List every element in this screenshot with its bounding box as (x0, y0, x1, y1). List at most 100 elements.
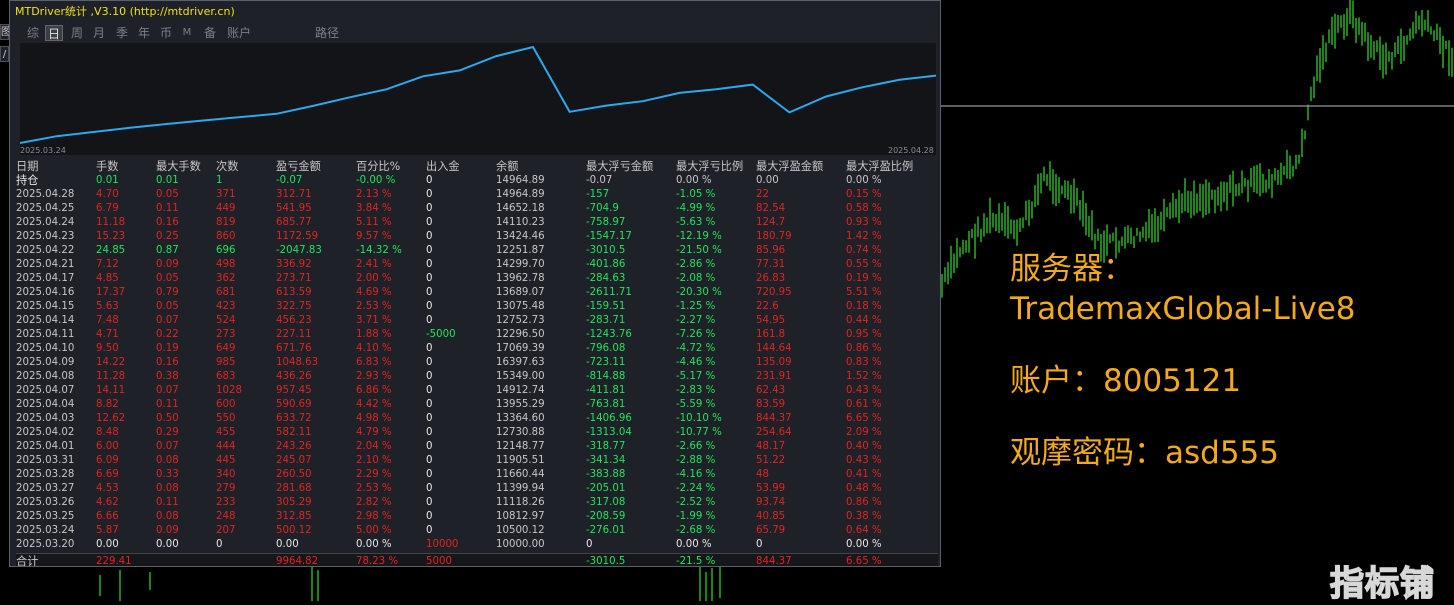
left-stub-top[interactable]: 图 (0, 24, 11, 40)
cell-max-float-loss-pct: -1.25 % (676, 301, 716, 312)
cell-max-float-profit-pct: 0.19 % (846, 273, 882, 284)
cell-profit: -2047.83 (276, 245, 322, 256)
cell-date: 2025.04.11 (16, 329, 75, 340)
cell-percent: 2.98 % (356, 511, 392, 522)
table-row[interactable]: 2025.04.21 7.12 0.09 498 336.92 2.41 % 0 14299.… (16, 258, 938, 272)
cell-percent: 3.84 % (356, 203, 392, 214)
table-row[interactable]: 2025.04.08 11.28 0.38 683 436.26 2.93 % 0 15349… (16, 370, 938, 384)
holding-row[interactable]: 持仓 0.01 0.01 1 -0.07 -0.00 % 0 14964.89 … (16, 174, 938, 188)
table-row[interactable]: 2025.04.04 8.82 0.11 600 590.69 4.42 % 0 13955.… (16, 398, 938, 412)
cell-percent: 2.53 % (356, 301, 392, 312)
table-row[interactable]: 2025.04.02 8.48 0.29 455 582.11 4.79 % 0 12730.… (16, 426, 938, 440)
cell-max-float-loss-pct: -2.08 % (676, 273, 716, 284)
header-lots[interactable]: 手数 (96, 160, 118, 174)
cell-max-float-loss: -704.9 (586, 203, 619, 214)
header-max-lots[interactable]: 最大手数 (156, 160, 201, 174)
cell-max-float-profit: 48.17 (756, 441, 786, 452)
tab-magic[interactable]: M (180, 25, 194, 41)
holding-count: 1 (216, 175, 223, 186)
table-row[interactable]: 2025.04.22 24.85 0.87 696 -2047.83 -14.32 % 0 1… (16, 244, 938, 258)
cell-date: 2025.04.04 (16, 399, 75, 410)
cell-count: 985 (216, 357, 236, 368)
cell-max-float-loss-pct: -2.24 % (676, 483, 716, 494)
table-row[interactable]: 2025.04.11 4.71 0.22 273 227.11 1.88 % -5000 12… (16, 328, 938, 342)
header-max-float-profit[interactable]: 最大浮盈金额 (756, 160, 823, 174)
cell-date: 2025.04.22 (16, 245, 75, 256)
table-row[interactable]: 2025.03.26 4.62 0.11 233 305.29 2.82 % 0 11118.… (16, 496, 938, 510)
header-max-float-loss[interactable]: 最大浮亏金额 (586, 160, 653, 174)
table-row[interactable]: 2025.04.24 11.18 0.16 819 685.77 5.11 % 0 14110… (16, 216, 938, 230)
table-row[interactable]: 2025.04.17 4.85 0.05 362 273.71 2.00 % 0 13962.… (16, 272, 938, 286)
header-max-float-loss-pct[interactable]: 最大浮亏比例 (676, 160, 743, 174)
tab-currency[interactable]: 币 (157, 25, 175, 41)
header-count[interactable]: 次数 (216, 160, 238, 174)
cell-date: 2025.04.14 (16, 315, 75, 326)
header-date[interactable]: 日期 (16, 160, 38, 174)
table-row[interactable]: 2025.04.07 14.11 0.07 1028 957.45 6.86 % 0 1491… (16, 384, 938, 398)
table-row[interactable]: 2025.04.14 7.48 0.07 524 456.23 3.71 % 0 12752.… (16, 314, 938, 328)
tab-weekly[interactable]: 周 (68, 25, 86, 41)
tab-summary[interactable]: 综 (24, 25, 42, 41)
table-row[interactable]: 2025.03.28 6.69 0.33 340 260.50 2.29 % 0 11660.… (16, 468, 938, 482)
cell-balance: 13689.07 (496, 287, 545, 298)
equity-curve-chart: 2025.03.24 2025.04.28 (20, 43, 936, 155)
cell-max-lots: 0.08 (156, 455, 179, 466)
cell-balance: 15349.00 (496, 371, 545, 382)
header-balance[interactable]: 余额 (496, 160, 518, 174)
cell-count: 550 (216, 413, 236, 424)
header-profit[interactable]: 盈亏金额 (276, 160, 321, 174)
table-row[interactable]: 2025.04.25 6.79 0.11 449 541.95 3.84 % 0 14652.… (16, 202, 938, 216)
table-row[interactable]: 2025.04.15 5.63 0.05 423 322.75 2.53 % 0 13075.… (16, 300, 938, 314)
table-row[interactable]: 2025.04.01 6.00 0.07 444 243.26 2.04 % 0 12148.… (16, 440, 938, 454)
total-max-float-loss-pct: -21.5 % (676, 556, 716, 567)
cell-deposit: 0 (426, 273, 433, 284)
cell-max-float-profit-pct: 0.55 % (846, 259, 882, 270)
table-row[interactable]: 2025.03.20 0.00 0.00 0 0.00 0.00 % 10000 10000.… (16, 538, 938, 552)
left-stub-mid[interactable]: / (0, 46, 9, 62)
cell-date: 2025.04.28 (16, 189, 75, 200)
table-row[interactable]: 2025.03.27 4.53 0.08 279 281.68 2.53 % 0 11399.… (16, 482, 938, 496)
tab-path[interactable]: 路径 (312, 25, 342, 41)
cell-count: 371 (216, 189, 236, 200)
header-percent[interactable]: 百分比% (356, 160, 400, 174)
table-row[interactable]: 2025.04.16 17.37 0.79 681 613.59 4.69 % 0 13689… (16, 286, 938, 300)
tab-daily[interactable]: 日 (45, 25, 63, 41)
cell-profit: 582.11 (276, 427, 312, 438)
cell-max-lots: 0.07 (156, 315, 179, 326)
tab-yearly[interactable]: 年 (135, 25, 153, 41)
tab-quarterly[interactable]: 季 (113, 25, 131, 41)
cell-max-float-loss: -401.86 (586, 259, 626, 270)
holding-deposit: 0 (426, 175, 433, 186)
equity-end-date: 2025.04.28 (888, 146, 934, 155)
table-row[interactable]: 2025.03.25 6.66 0.08 248 312.85 2.98 % 0 10812.… (16, 510, 938, 524)
cell-max-float-loss-pct: -10.10 % (676, 413, 722, 424)
table-row[interactable]: 2025.04.03 12.62 0.50 550 633.72 4.98 % 0 13364… (16, 412, 938, 426)
tab-account[interactable]: 账户 (225, 25, 253, 41)
cell-balance: 12296.50 (496, 329, 545, 340)
stats-table: 日期 手数 最大手数 次数 盈亏金额 百分比% 出入金 余额 最大浮亏金额 最大… (16, 160, 938, 567)
table-row[interactable]: 2025.04.10 9.50 0.19 649 671.76 4.10 % 0 17069.… (16, 342, 938, 356)
cell-profit: 500.12 (276, 525, 312, 536)
cell-count: 524 (216, 315, 236, 326)
cell-max-float-profit-pct: 0.00 % (846, 539, 882, 550)
tab-notes[interactable]: 备 (201, 25, 219, 41)
account-line: 账户：8005121 (1010, 363, 1242, 399)
table-row[interactable]: 2025.03.24 5.87 0.09 207 500.12 5.00 % 0 10500.… (16, 524, 938, 538)
table-row[interactable]: 2025.04.23 15.23 0.25 860 1172.59 9.57 % 0 1342… (16, 230, 938, 244)
cell-percent: 4.69 % (356, 287, 392, 298)
cell-max-float-loss: -317.08 (586, 497, 626, 508)
header-deposit[interactable]: 出入金 (426, 160, 460, 174)
cell-max-float-loss-pct: -2.66 % (676, 441, 716, 452)
header-max-float-profit-pct[interactable]: 最大浮盈比例 (846, 160, 913, 174)
total-percent: 78.23 % (356, 556, 399, 567)
cell-max-float-loss: -3010.5 (586, 245, 626, 256)
tab-monthly[interactable]: 月 (90, 25, 108, 41)
table-row[interactable]: 2025.03.31 6.09 0.08 445 245.07 2.10 % 0 11905.… (16, 454, 938, 468)
cell-profit: 273.71 (276, 273, 312, 284)
cell-max-float-loss-pct: -21.50 % (676, 245, 722, 256)
table-row[interactable]: 2025.04.28 4.70 0.05 371 312.71 2.13 % 0 14964.… (16, 188, 938, 202)
table-row[interactable]: 2025.04.09 14.22 0.16 985 1048.63 6.83 % 0 1639… (16, 356, 938, 370)
cell-deposit: 0 (426, 231, 433, 242)
cell-percent: 6.86 % (356, 385, 392, 396)
cell-max-float-loss-pct: -12.19 % (676, 231, 722, 242)
